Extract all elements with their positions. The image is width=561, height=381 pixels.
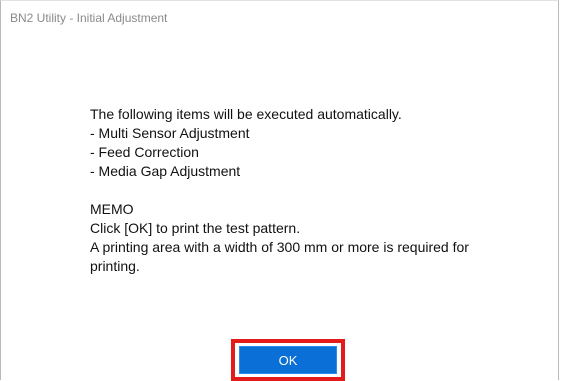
title-bar[interactable]: BN2 Utility - Initial Adjustment: [1, 1, 558, 37]
memo-heading: MEMO: [90, 201, 134, 217]
message-body: The following items will be executed aut…: [90, 105, 520, 276]
intro-text: The following items will be executed aut…: [90, 106, 402, 122]
list-item: - Feed Correction: [90, 144, 199, 160]
dialog-window: BN2 Utility - Initial Adjustment The fol…: [0, 0, 559, 380]
memo-line: A printing area with a width of 300 mm o…: [90, 239, 469, 274]
window-title: BN2 Utility - Initial Adjustment: [10, 11, 168, 25]
ok-button[interactable]: OK: [239, 346, 337, 374]
memo-line: Click [OK] to print the test pattern.: [90, 220, 301, 236]
list-item: - Multi Sensor Adjustment: [90, 125, 250, 141]
list-item: - Media Gap Adjustment: [90, 163, 241, 179]
